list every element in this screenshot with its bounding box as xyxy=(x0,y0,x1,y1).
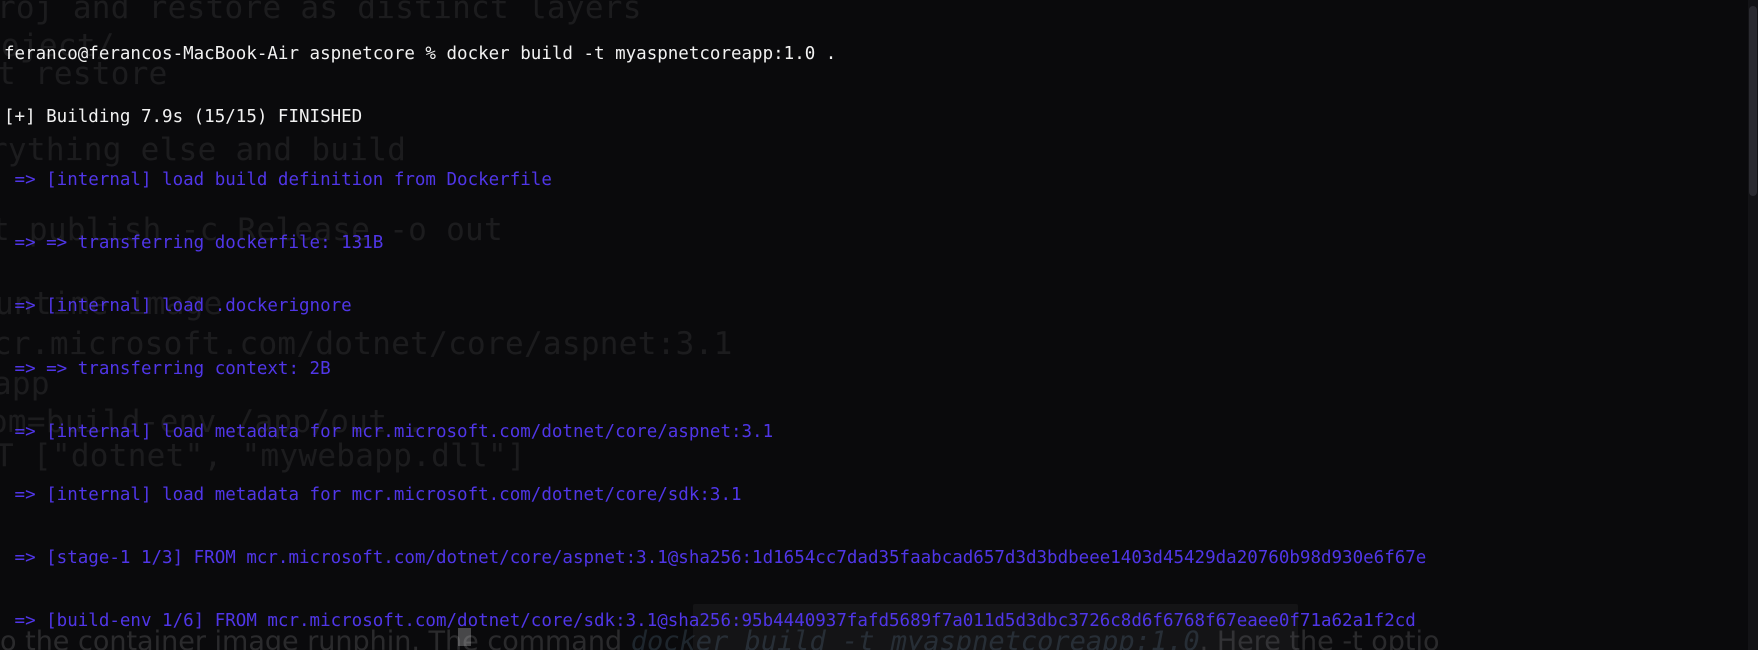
scrollbar-thumb[interactable] xyxy=(1749,6,1757,196)
build-step-line: => [internal] load metadata for mcr.micr… xyxy=(4,485,742,505)
build-status-line: [+] Building 7.9s (15/15) FINISHED xyxy=(4,107,363,127)
terminal-prompt-line: feranco@ferancos-MacBook-Air aspnetcore … xyxy=(4,44,837,64)
build-step-line: => => transferring dockerfile: 131B xyxy=(4,233,384,253)
build-step-line: => [internal] load .dockerignore xyxy=(4,296,352,316)
build-step-line: => [stage-1 1/3] FROM mcr.microsoft.com/… xyxy=(4,548,1427,568)
terminal-output[interactable]: feranco@ferancos-MacBook-Air aspnetcore … xyxy=(0,0,1426,650)
build-step-line: => [build-env 1/6] FROM mcr.microsoft.co… xyxy=(4,611,1416,631)
build-step-line: => [internal] load metadata for mcr.micr… xyxy=(4,422,774,442)
terminal-window[interactable]: proj and restore as distinct layers roje… xyxy=(0,0,1758,650)
build-step-line: => [internal] load build definition from… xyxy=(4,170,552,190)
build-step-line: => => transferring context: 2B xyxy=(4,359,331,379)
